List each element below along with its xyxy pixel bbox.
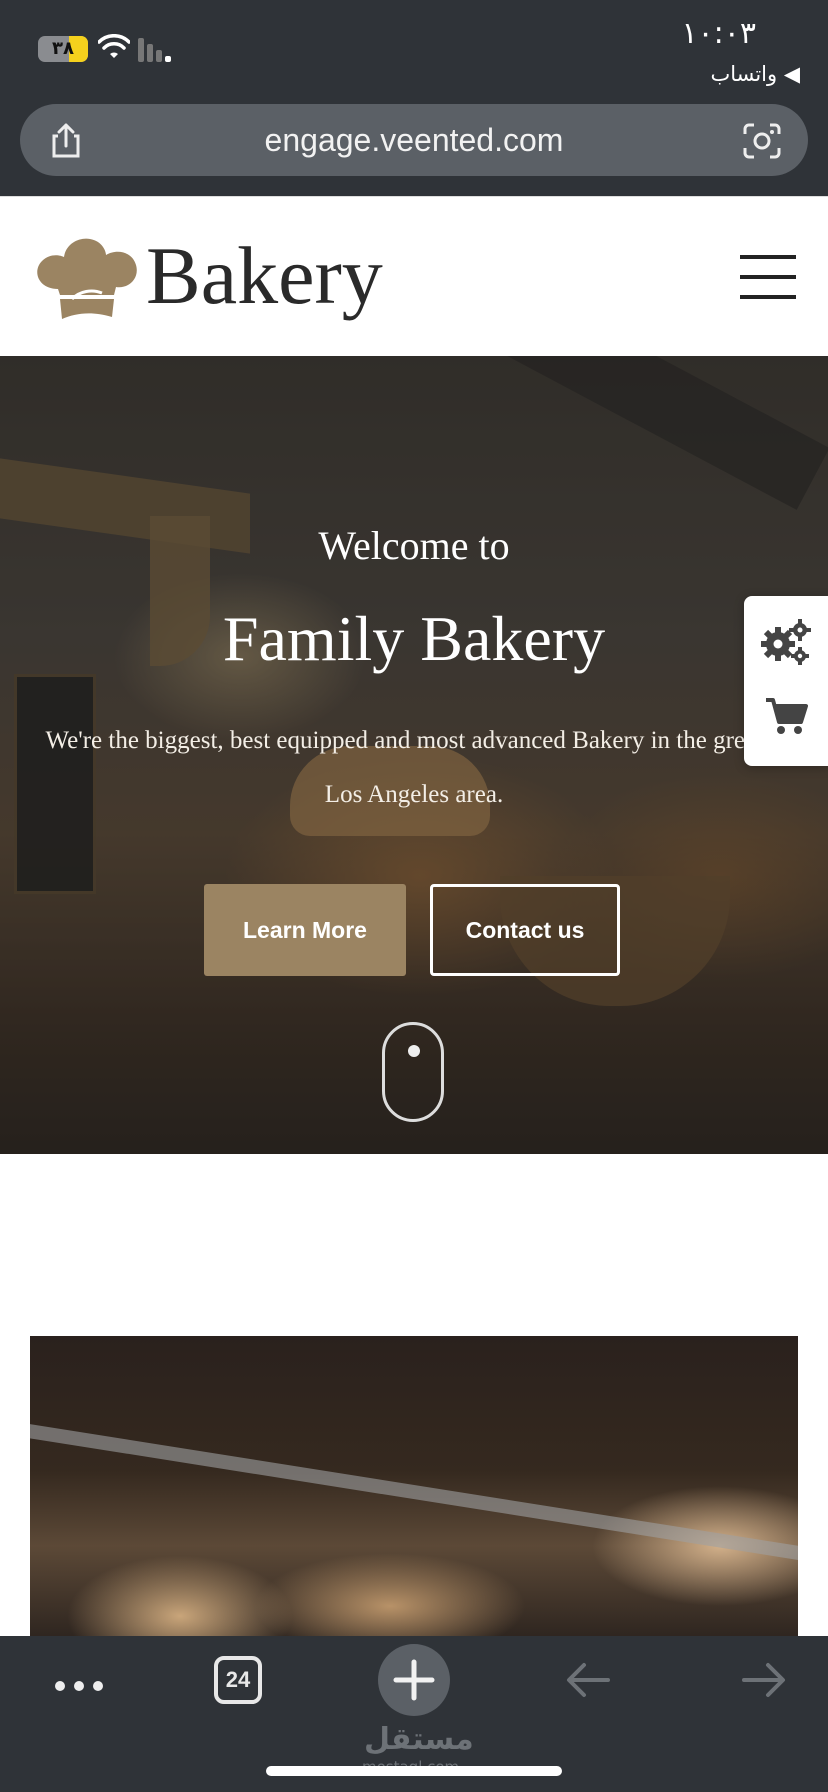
watermark-arabic: مستقل bbox=[364, 1722, 474, 1757]
battery-icon: ٣٨ bbox=[38, 36, 88, 62]
contact-us-button[interactable]: Contact us bbox=[430, 884, 620, 976]
battery-level-text: ٣٨ bbox=[52, 38, 74, 59]
home-indicator[interactable] bbox=[266, 1766, 562, 1776]
chef-hat-logo-icon[interactable] bbox=[32, 233, 140, 323]
url-text[interactable]: engage.veented.com bbox=[20, 104, 808, 176]
menu-line bbox=[740, 275, 796, 279]
status-time: ١٠:٠٣ bbox=[681, 16, 756, 51]
gears-icon[interactable] bbox=[760, 618, 812, 666]
plus-icon bbox=[393, 1659, 435, 1701]
site-header: Bakery bbox=[0, 196, 828, 356]
scroll-wheel-dot bbox=[408, 1045, 420, 1057]
tray-edge bbox=[30, 1421, 798, 1565]
lens-icon[interactable] bbox=[742, 122, 782, 160]
browser-top-bar: ٣٨ ١٠:٠٣ ◀ واتساب engage.veented.com bbox=[0, 0, 828, 196]
back-arrow-icon[interactable] bbox=[564, 1660, 612, 1700]
hero-welcome-text: Welcome to bbox=[318, 523, 510, 568]
hero-section: Welcome to Family Bakery We're the bigge… bbox=[0, 356, 828, 1154]
hero-description: We're the biggest, best equipped and mos… bbox=[45, 727, 783, 808]
bread-tray-image bbox=[30, 1336, 798, 1636]
hamburger-menu-icon[interactable] bbox=[740, 255, 796, 299]
scroll-down-mouse-icon[interactable] bbox=[382, 1022, 444, 1122]
tabs-icon[interactable]: 24 bbox=[214, 1656, 262, 1704]
side-floating-widget bbox=[744, 596, 828, 766]
menu-line bbox=[740, 255, 796, 259]
cellular-signal-icon bbox=[138, 38, 171, 62]
new-tab-button[interactable] bbox=[378, 1644, 450, 1716]
mobile-screen: ٣٨ ١٠:٠٣ ◀ واتساب engage.veented.com Bak… bbox=[0, 0, 828, 1792]
site-logo-text[interactable]: Bakery bbox=[146, 229, 383, 323]
learn-more-button[interactable]: Learn More bbox=[204, 884, 406, 976]
back-to-app-link[interactable]: ◀ واتساب bbox=[710, 62, 800, 86]
cart-icon[interactable] bbox=[764, 696, 808, 736]
forward-arrow-icon[interactable] bbox=[740, 1660, 788, 1700]
more-icon[interactable] bbox=[54, 1680, 104, 1692]
hero-title: Family Bakery bbox=[222, 603, 606, 674]
address-bar[interactable]: engage.veented.com bbox=[20, 104, 808, 176]
menu-line bbox=[740, 295, 796, 299]
wifi-icon bbox=[98, 34, 130, 58]
